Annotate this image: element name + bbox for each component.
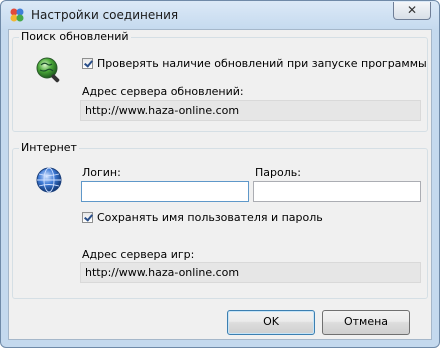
internet-group-title: Интернет (19, 141, 79, 154)
ok-button[interactable]: OK (227, 310, 315, 335)
save-credentials-label: Сохранять имя пользователя и пароль (97, 211, 323, 224)
check-updates-checkbox[interactable]: Проверять наличие обновлений при запуске… (82, 57, 427, 70)
globe-icon (36, 167, 62, 193)
app-icon (10, 8, 24, 22)
password-input[interactable] (253, 181, 421, 202)
close-button[interactable]: ✕ (393, 2, 431, 20)
save-credentials-checkbox[interactable]: Сохранять имя пользователя и пароль (82, 211, 323, 224)
check-updates-label: Проверять наличие обновлений при запуске… (97, 57, 427, 70)
login-label: Логин: (82, 166, 121, 179)
game-server-label: Адрес сервера игр: (82, 248, 195, 261)
globe-search-icon (36, 57, 60, 83)
dialog-window: Настройки соединения ✕ Поиск обновлений … (0, 0, 440, 348)
update-server-field[interactable]: http://www.haza-online.com (80, 100, 421, 121)
password-label: Пароль: (255, 166, 301, 179)
close-icon: ✕ (406, 3, 418, 17)
updates-group-title: Поиск обновлений (19, 30, 131, 43)
window-title: Настройки соединения (31, 8, 179, 22)
title-bar[interactable]: Настройки соединения ✕ (1, 1, 439, 29)
login-input[interactable] (81, 181, 249, 202)
game-server-field[interactable]: http://www.haza-online.com (80, 262, 421, 283)
update-server-label: Адрес сервера обновлений: (82, 85, 244, 98)
cancel-button[interactable]: Отмена (322, 310, 410, 335)
save-credentials-box[interactable] (82, 212, 93, 223)
dialog-client-area: Поиск обновлений Проверять наличие обнов… (8, 29, 432, 340)
check-updates-box[interactable] (82, 58, 93, 69)
